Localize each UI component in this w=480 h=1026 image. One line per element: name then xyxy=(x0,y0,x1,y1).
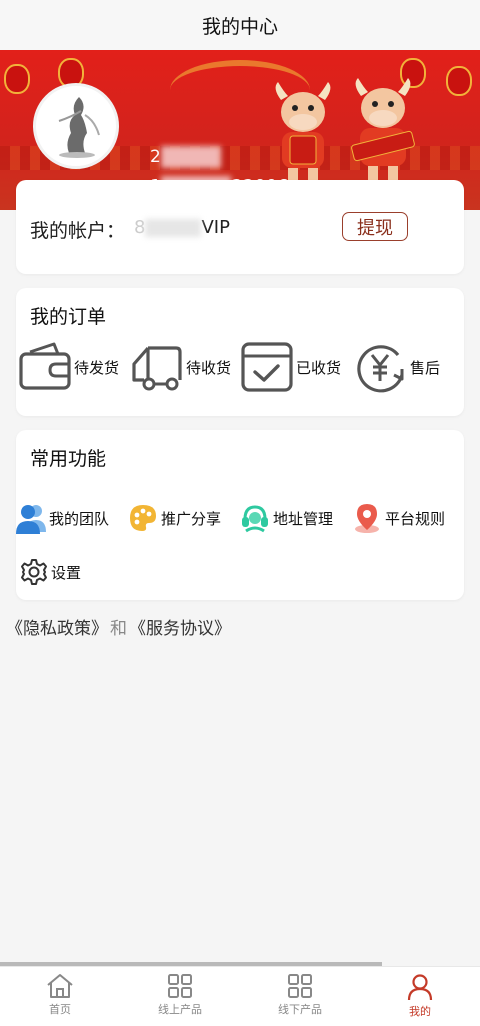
func-item-platform-rules[interactable]: 平台规则 xyxy=(352,500,445,536)
account-label: 我的帐户： xyxy=(30,220,126,242)
truck-icon xyxy=(132,346,182,391)
service-agreement-link[interactable]: 《服务协议》 xyxy=(129,619,231,639)
func-item-settings[interactable]: 设置 xyxy=(20,554,81,590)
policy-links: 《隐私政策》和《服务协议》 xyxy=(6,614,231,639)
avatar-image-icon xyxy=(58,97,100,158)
team-icon xyxy=(16,505,46,534)
account-card: 我的帐户： 8 VIP 提现 xyxy=(16,180,464,274)
page-header: 我的中心 xyxy=(0,0,480,50)
tab-mine[interactable]: 我的 xyxy=(360,967,480,1026)
account-value: 8 VIP xyxy=(134,217,230,238)
palette-icon xyxy=(130,505,156,531)
avatar[interactable] xyxy=(33,83,119,169)
privacy-policy-link[interactable]: 《隐私政策》 xyxy=(6,619,108,639)
func-item-address[interactable]: 地址管理 xyxy=(240,500,333,536)
ox-mascot-icon xyxy=(351,78,415,180)
order-item-pending-receive[interactable]: 待收货 xyxy=(128,340,231,394)
page-title: 我的中心 xyxy=(201,15,278,38)
order-item-pending-ship[interactable]: 待发货 xyxy=(18,340,119,394)
person-icon xyxy=(407,974,433,1001)
wallet-icon xyxy=(19,342,71,390)
ox-mascot-icon xyxy=(275,82,331,180)
box-check-icon xyxy=(241,342,293,392)
redacted-blur xyxy=(145,219,202,237)
orders-title: 我的订单 xyxy=(30,306,107,328)
order-item-after-sales[interactable]: 售后 xyxy=(352,340,440,394)
location-pin-icon xyxy=(355,504,379,533)
lantern-icon xyxy=(4,64,30,94)
tab-offline-products[interactable]: 线下产品 xyxy=(240,967,360,1026)
lantern-icon xyxy=(446,66,472,96)
bottom-tab-bar: 首页 线上产品 线下产品 我的 xyxy=(0,966,480,1026)
functions-card: 常用功能 我的团队 推广分享 地址管理 平台规则 设置 xyxy=(16,430,464,600)
withdraw-button[interactable]: 提现 xyxy=(342,212,408,241)
orders-card: 我的订单 待发货 待收货 已收货 售后 xyxy=(16,288,464,416)
redacted-blur xyxy=(160,146,221,168)
order-item-received[interactable]: 已收货 xyxy=(240,340,341,394)
grid-icon xyxy=(288,974,312,998)
user-name: 2 xyxy=(150,146,221,168)
tab-online-products[interactable]: 线上产品 xyxy=(120,967,240,1026)
func-item-my-team[interactable]: 我的团队 xyxy=(16,500,109,536)
gear-icon xyxy=(21,559,47,585)
home-icon xyxy=(47,974,73,998)
headset-icon xyxy=(242,505,268,533)
policy-and-text: 和 xyxy=(110,619,127,639)
func-item-promote-share[interactable]: 推广分享 xyxy=(128,500,221,536)
grid-icon xyxy=(168,974,192,998)
yuan-refund-icon xyxy=(357,345,404,393)
functions-title: 常用功能 xyxy=(30,448,107,470)
tab-home[interactable]: 首页 xyxy=(0,967,120,1026)
